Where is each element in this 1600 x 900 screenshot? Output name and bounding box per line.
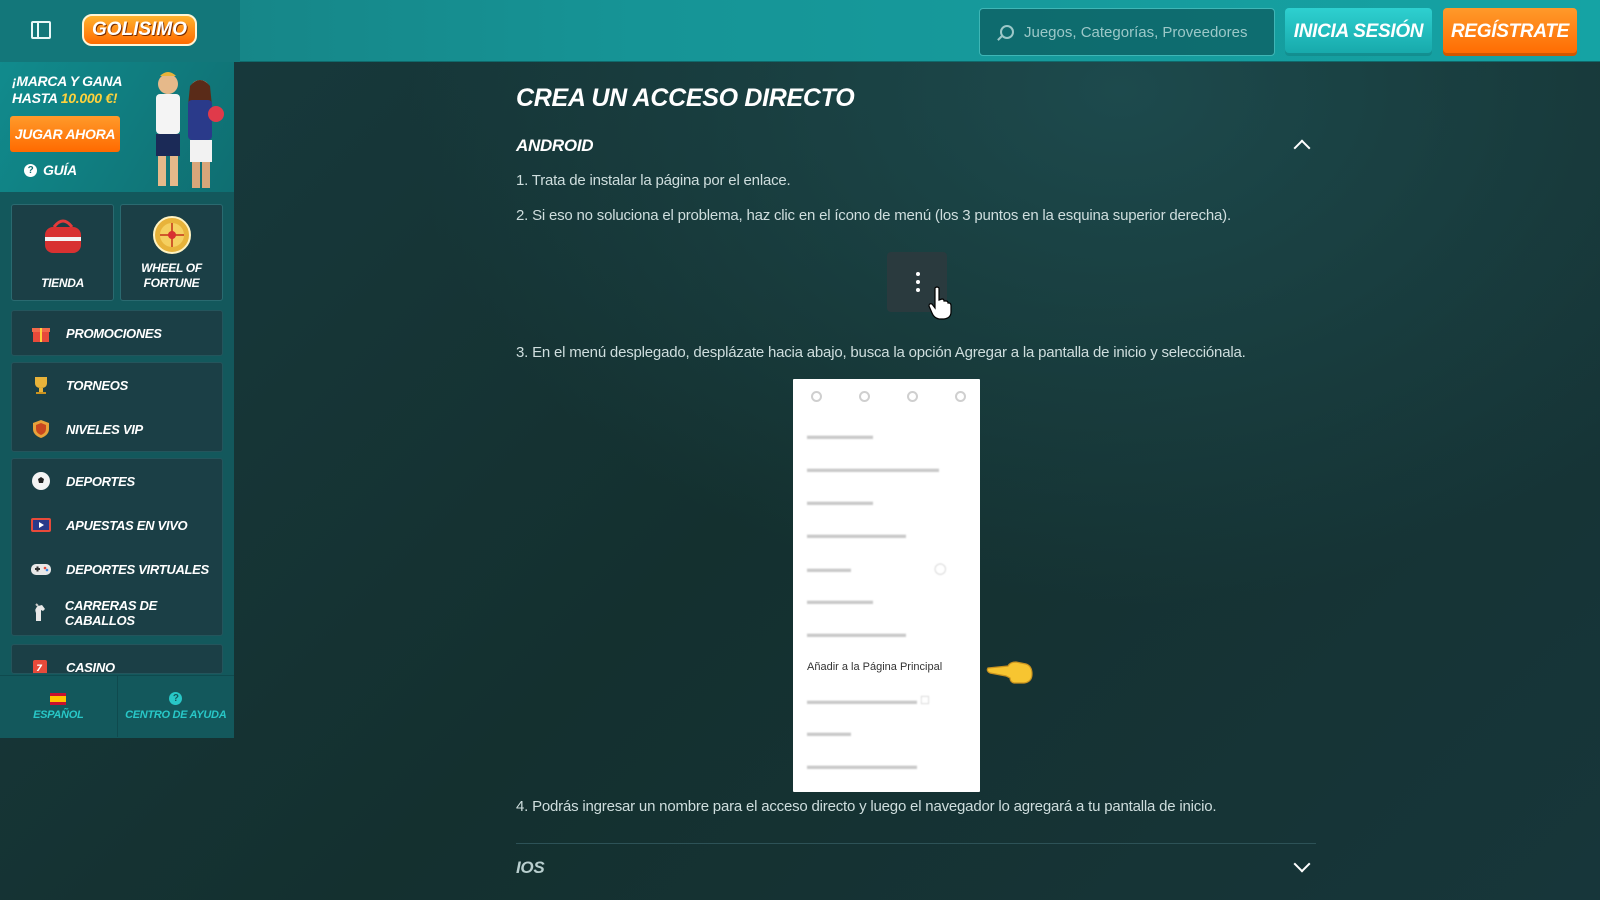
promo-title: ¡MARCA Y GANA HASTA 10.000 €! [12,73,132,107]
android-step-1: 1. Trata de instalar la página por el en… [516,172,791,189]
sidebar-item-label: TORNEOS [66,377,128,393]
star-icon [859,391,870,402]
wheel-tile-label: WHEEL OF FORTUNE [141,261,202,290]
register-button[interactable]: REGÍSTRATE [1443,8,1577,56]
live-tv-icon [30,514,52,536]
slot-machine-icon: 7 [30,656,52,674]
play-now-button[interactable]: JUGAR AHORA [10,116,120,152]
blurred-menu-item: ▬▬▬▬▬▬ [807,430,873,442]
sidebar-item-label: APUESTAS EN VIVO [66,517,188,533]
promo-amount: 10.000 €! [60,90,118,106]
guide-link[interactable]: ? GUÍA [24,162,77,178]
blurred-menu-item: ▬▬▬▬ [807,727,851,739]
soccer-ball-icon [30,470,52,492]
blurred-menu-item: ▬▬▬▬▬▬ [807,496,873,508]
sidebar-item-label: DEPORTES [66,473,135,489]
nav-group-tournaments: TORNEOS NIVELES VIP [11,362,223,452]
android-step-4: 4. Podrás ingresar un nombre para el acc… [516,798,1217,815]
promo-title-line2: HASTA 10.000 €! [12,90,132,107]
language-label: ESPAÑOL [33,708,84,721]
sidebar-item-label: PROMOCIONES [66,325,162,341]
nav-group-casino: 7 CASINO [11,644,223,674]
ios-section-title[interactable]: IOS [516,858,545,878]
refresh-icon [955,391,966,402]
sidebar-item-deportes-virtuales[interactable]: DEPORTES VIRTUALES [12,547,222,591]
guide-label: GUÍA [43,162,77,178]
forward-icon [811,391,822,402]
svg-text:7: 7 [36,664,43,674]
sidebar-item-torneos[interactable]: TORNEOS [12,363,222,407]
sidebar-item-label: NIVELES VIP [66,421,143,437]
sidebar-item-carreras-de-caballos[interactable]: CARRERAS DE CABALLOS [12,591,222,635]
top-bar: GOLISIMO Juegos, Categorías, Proveedores… [0,0,1600,62]
sidebar-item-niveles-vip[interactable]: NIVELES VIP [12,407,222,451]
blurred-menu-item: ▬▬▬▬▬▬▬▬▬▬▬▬ [807,463,939,475]
wheel-of-fortune-tile[interactable]: WHEEL OF FORTUNE [120,204,223,301]
nav-group-promos: PROMOCIONES [11,310,223,356]
blurred-menu-item: ▬▬▬▬ ◯ [807,563,947,575]
spain-flag-icon [50,692,67,705]
promo-title-line1: ¡MARCA Y GANA [12,73,123,89]
bag-icon [44,219,81,253]
sidebar-item-promociones[interactable]: PROMOCIONES [12,311,222,355]
browser-menu-toolbar [811,391,966,405]
language-selector[interactable]: ESPAÑOL [0,676,117,737]
gift-icon [30,322,52,344]
sidebar-item-label: CASINO [66,659,115,674]
vip-shield-icon [30,418,52,440]
promo-title-prefix: HASTA [12,90,61,106]
sidebar-item-deportes[interactable]: DEPORTES [12,459,222,503]
chevron-down-icon[interactable] [1293,855,1311,873]
android-section-title[interactable]: ANDROID [516,136,594,156]
sidebar-item-label: CARRERAS DE CABALLOS [64,598,157,628]
promo-characters-illustration [156,72,224,188]
logo[interactable]: GOLISIMO [82,14,197,46]
info-icon [907,391,918,402]
add-to-home-menu-item: Añadir a la Página Principal [807,661,943,673]
android-step-2: 2. Si eso no soluciona el problema, haz … [516,207,1231,224]
help-icon: ? [169,692,183,705]
sidebar: ¡MARCA Y GANA HASTA 10.000 €! JUGAR AHOR… [0,62,234,738]
search-input[interactable]: Juegos, Categorías, Proveedores [979,8,1275,56]
pointing-hand-icon [986,661,1033,684]
top-bar-brand-area: GOLISIMO [0,0,240,62]
sidebar-footer: ESPAÑOL ? CENTRO DE AYUDA [0,675,234,737]
wheel-icon [152,216,191,254]
sidebar-item-casino[interactable]: 7 CASINO [12,645,222,674]
help-center-link[interactable]: ? CENTRO DE AYUDA [116,676,235,737]
gamepad-icon [30,558,52,580]
trophy-icon [30,374,52,396]
browser-menu-screenshot: ▬▬▬▬▬▬ ▬▬▬▬▬▬▬▬▬▬▬▬ ▬▬▬▬▬▬ ▬▬▬▬▬▬▬▬▬ ▬▬▬… [793,379,980,792]
help-label: CENTRO DE AYUDA [125,709,227,721]
blurred-menu-item: ▬▬▬▬▬▬ [807,595,873,607]
hand-cursor-icon [928,286,952,320]
nav-group-sports: DEPORTES APUESTAS EN VIVO DEPORTES VIRTU… [11,458,223,636]
blurred-menu-item: ▬▬▬▬▬▬▬▬▬▬ ☐ [807,695,930,707]
search-icon [1000,25,1014,39]
login-button[interactable]: INICIA SESIÓN [1285,8,1432,56]
chevron-up-icon[interactable] [1293,139,1311,157]
promo-banner[interactable]: ¡MARCA Y GANA HASTA 10.000 €! JUGAR AHOR… [0,62,234,192]
shop-tile[interactable]: TIENDA [11,204,114,301]
sidebar-item-apuestas-en-vivo[interactable]: APUESTAS EN VIVO [12,503,222,547]
android-step-3: 3. En el menú desplegado, desplázate hac… [516,344,1246,361]
sidebar-toggle-icon[interactable] [31,21,51,39]
blurred-menu-item: ▬▬▬▬▬▬▬▬▬▬ [807,760,917,772]
shop-tile-label: TIENDA [41,276,84,290]
question-icon: ? [24,163,37,177]
search-placeholder: Juegos, Categorías, Proveedores [1024,23,1248,41]
page-title: CREA UN ACCESO DIRECTO [516,84,855,112]
horse-icon [30,602,51,624]
section-divider [516,843,1316,844]
blurred-menu-item: ▬▬▬▬▬▬▬▬▬ [807,529,906,541]
sidebar-item-label: DEPORTES VIRTUALES [66,561,209,577]
blurred-menu-item: ▬▬▬▬▬▬▬▬▬ [807,628,906,640]
